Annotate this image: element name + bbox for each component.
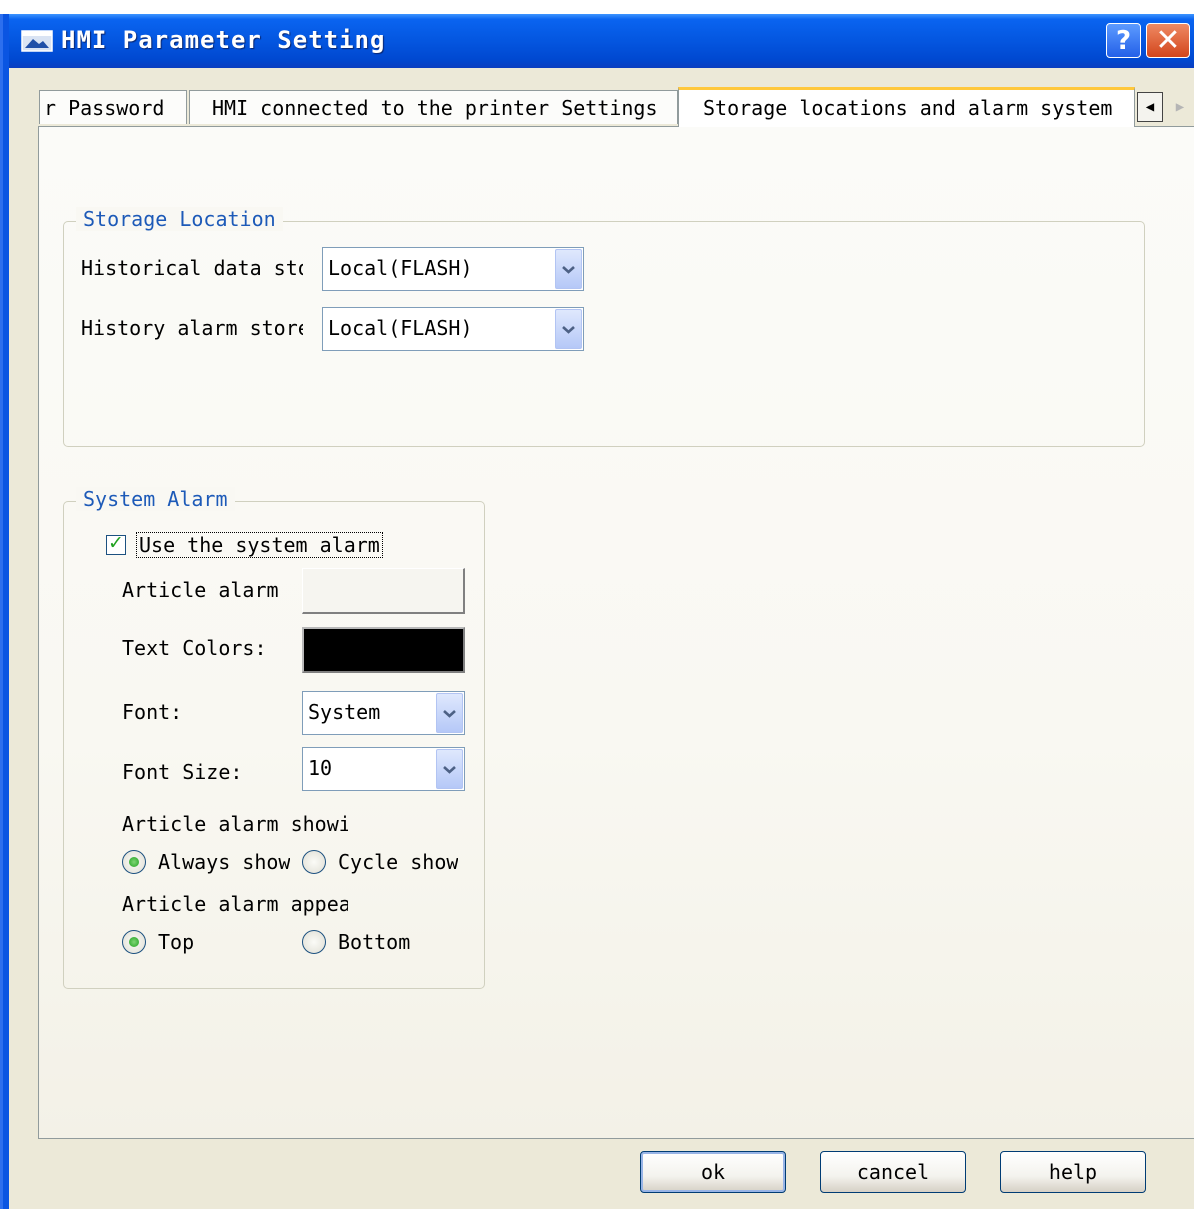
article-alarm-label: Article alarm bbox=[122, 578, 279, 602]
app-window-icon bbox=[21, 29, 53, 53]
tab-password[interactable]: r Password bbox=[39, 90, 187, 124]
storage-location-group: Storage Location Historical data sto Loc… bbox=[63, 207, 1145, 447]
dropdown-button[interactable] bbox=[436, 693, 463, 733]
top-radio[interactable] bbox=[122, 930, 146, 954]
window-frame-left-highlight bbox=[0, 14, 3, 1209]
bottom-label: Bottom bbox=[338, 930, 411, 954]
use-system-alarm-option[interactable]: ✓ Use the system alarm bbox=[104, 532, 386, 560]
dropdown-button[interactable] bbox=[555, 249, 582, 289]
title-help-button[interactable]: ? bbox=[1106, 23, 1141, 58]
arrow-left-icon: ◀ bbox=[1145, 99, 1155, 115]
question-mark-icon: ? bbox=[1115, 25, 1132, 56]
title-close-button[interactable]: ✕ bbox=[1146, 23, 1190, 58]
group-title-system-alarm: System Alarm bbox=[76, 487, 235, 511]
top-option[interactable]: Top bbox=[122, 928, 242, 958]
dialog-window: HMI Parameter Setting ? ✕ r Password HMI… bbox=[9, 14, 1194, 1209]
font-select[interactable]: System bbox=[302, 691, 465, 735]
use-system-alarm-label: Use the system alarm bbox=[136, 532, 383, 558]
use-system-alarm-checkbox[interactable]: ✓ bbox=[106, 532, 126, 555]
history-alarm-label: History alarm store bbox=[81, 316, 303, 340]
tab-printer-settings[interactable]: HMI connected to the printer Settings bbox=[189, 90, 678, 124]
chevron-down-icon bbox=[443, 766, 456, 774]
history-alarm-select[interactable]: Local(FLASH) bbox=[322, 307, 584, 351]
text-colors-label: Text Colors: bbox=[122, 636, 267, 660]
text-color-button[interactable] bbox=[302, 627, 465, 673]
historical-data-select[interactable]: Local(FLASH) bbox=[322, 247, 584, 291]
always-show-label: Always show bbox=[158, 850, 291, 874]
help-button[interactable]: help bbox=[1000, 1151, 1146, 1193]
bottom-radio[interactable] bbox=[302, 930, 326, 954]
title-bar[interactable]: HMI Parameter Setting ? ✕ bbox=[9, 14, 1194, 68]
cycle-show-radio[interactable] bbox=[302, 850, 326, 874]
chevron-down-icon bbox=[562, 326, 575, 334]
arrow-right-icon: ▶ bbox=[1175, 99, 1185, 115]
window-title: HMI Parameter Setting bbox=[61, 26, 386, 54]
group-title-storage: Storage Location bbox=[76, 207, 283, 231]
top-label: Top bbox=[158, 930, 195, 954]
dropdown-button[interactable] bbox=[555, 309, 582, 349]
cycle-show-label: Cycle show bbox=[338, 850, 459, 874]
system-alarm-group: System Alarm ✓ Use the system alarm Arti… bbox=[63, 487, 485, 989]
tab-page: Storage Location Historical data sto Loc… bbox=[38, 126, 1194, 1139]
chevron-down-icon bbox=[443, 710, 456, 718]
font-size-label: Font Size: bbox=[122, 760, 243, 784]
tab-scroll-left-button[interactable]: ◀ bbox=[1137, 92, 1163, 122]
ok-button[interactable]: ok bbox=[640, 1151, 786, 1193]
dropdown-button[interactable] bbox=[436, 749, 463, 789]
article-alarm-appear-label: Article alarm appea bbox=[122, 892, 348, 916]
article-alarm-color-button[interactable] bbox=[302, 568, 465, 614]
font-size-value: 10 bbox=[308, 756, 333, 780]
close-icon: ✕ bbox=[1155, 23, 1181, 58]
cycle-show-option[interactable]: Cycle show bbox=[302, 848, 467, 878]
bottom-option[interactable]: Bottom bbox=[302, 928, 442, 958]
history-alarm-value: Local(FLASH) bbox=[328, 316, 473, 340]
historical-data-label: Historical data sto bbox=[81, 256, 303, 280]
checkmark-icon: ✓ bbox=[108, 532, 124, 554]
dialog-body: r Password HMI connected to the printer … bbox=[9, 68, 1194, 1209]
font-size-select[interactable]: 10 bbox=[302, 747, 465, 791]
article-alarm-show-label: Article alarm showi bbox=[122, 812, 348, 836]
tab-scroll-right-button[interactable]: ▶ bbox=[1167, 92, 1193, 122]
cancel-button[interactable]: cancel bbox=[820, 1151, 966, 1193]
font-label: Font: bbox=[122, 700, 183, 724]
historical-data-value: Local(FLASH) bbox=[328, 256, 473, 280]
always-show-option[interactable]: Always show bbox=[122, 848, 297, 878]
always-show-radio[interactable] bbox=[122, 850, 146, 874]
chevron-down-icon bbox=[562, 266, 575, 274]
font-value: System bbox=[308, 700, 381, 724]
tab-storage-alarm[interactable]: Storage locations and alarm system bbox=[678, 87, 1135, 127]
